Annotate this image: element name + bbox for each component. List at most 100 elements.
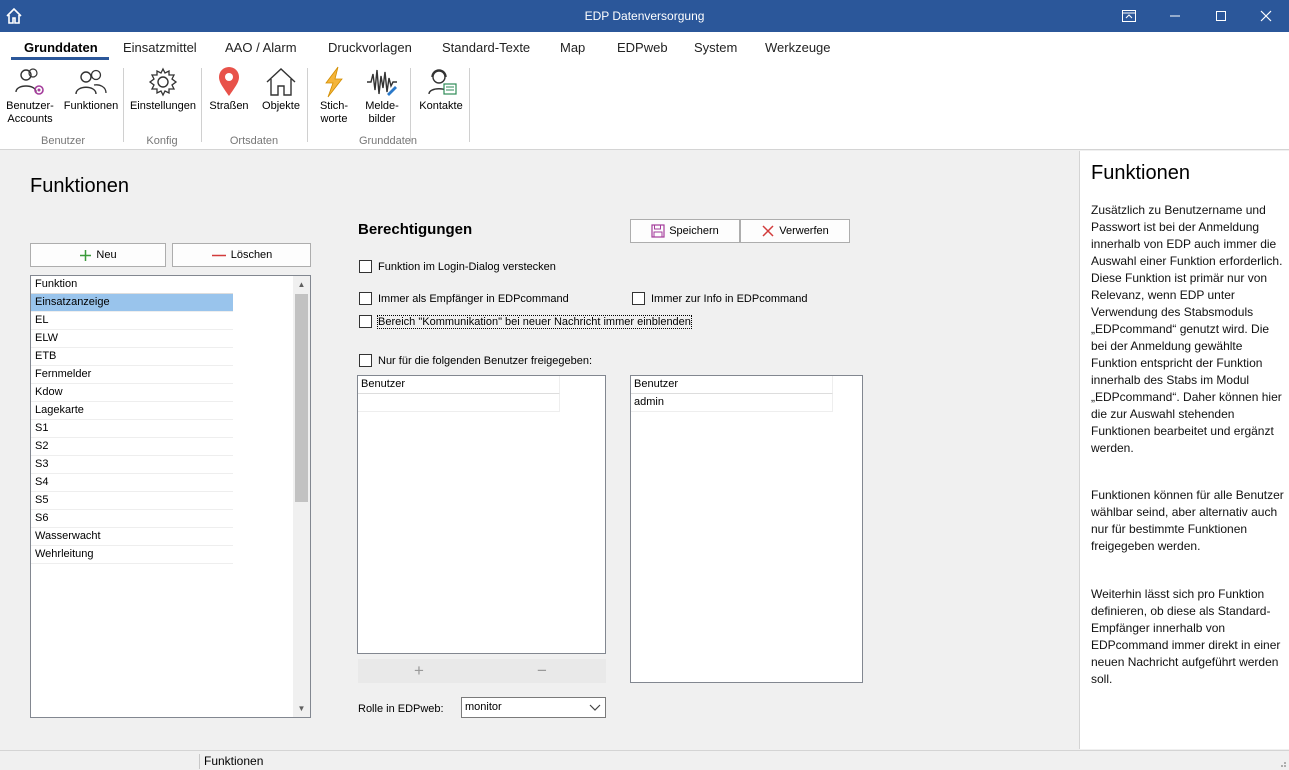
ribbon-meldebilder-label2: bilder [368, 113, 396, 125]
ribbon-einstellungen-button[interactable]: Einstellungen [126, 66, 200, 113]
waveform-icon [367, 69, 397, 96]
scrollbar-thumb[interactable] [295, 294, 308, 502]
hide-in-login-label: Funktion im Login-Dialog verstecken [378, 260, 556, 273]
tab-system[interactable]: System [694, 40, 737, 55]
help-paragraph-2: Funktionen können für alle Benutzer wähl… [1091, 488, 1284, 553]
floppy-disk-icon [651, 224, 665, 238]
list-item[interactable]: Einsatzanzeige [31, 294, 233, 312]
checkbox-box[interactable] [359, 260, 372, 273]
remove-user-button[interactable]: − [537, 661, 547, 681]
ribbon-meldebilder-label1: Melde- [365, 100, 399, 112]
checkbox-box[interactable] [359, 315, 372, 328]
function-list-column: Funktion Einsatzanzeige EL ELW ETB Fernmelde… [31, 276, 233, 564]
list-item[interactable]: S2 [31, 438, 233, 456]
ribbon-objekte-label: Objekte [262, 100, 300, 112]
ribbon-benutzer-accounts-button[interactable]: Benutzer- Accounts [4, 66, 56, 126]
map-pin-icon [219, 67, 239, 96]
function-list-header[interactable]: Funktion [31, 276, 233, 294]
tab-map[interactable]: Map [560, 40, 585, 55]
available-users-header[interactable]: Benutzer [358, 376, 560, 394]
tab-werkzeuge[interactable]: Werkzeuge [765, 40, 831, 55]
maximize-button[interactable] [1198, 0, 1244, 32]
minimize-button[interactable] [1152, 0, 1198, 32]
ribbon-funktionen-button[interactable]: Funktionen [60, 66, 122, 113]
scroll-down-icon[interactable]: ▼ [293, 700, 310, 717]
close-icon [1260, 10, 1272, 22]
ribbon-separator [123, 68, 124, 142]
scroll-up-icon[interactable]: ▲ [293, 276, 310, 293]
list-item[interactable]: Fernmelder [31, 366, 233, 384]
ribbon-kontakte-button[interactable]: Kontakte [414, 66, 468, 113]
gear-icon [148, 67, 178, 97]
users-icon [75, 69, 107, 95]
tab-druckvorlagen[interactable]: Druckvorlagen [328, 40, 412, 55]
ribbon: Benutzer- Accounts Funktionen Einstellun… [0, 60, 1289, 150]
list-item[interactable]: Lagekarte [31, 402, 233, 420]
new-button-label: Neu [96, 249, 117, 261]
role-select[interactable]: monitor [461, 697, 606, 718]
delete-button[interactable]: Löschen [172, 243, 311, 267]
list-item[interactable]: S6 [31, 510, 233, 528]
ribbon-meldebilder-button[interactable]: Melde- bilder [360, 66, 404, 126]
save-button[interactable]: Speichern [630, 219, 740, 243]
list-item[interactable]: Wehrleitung [31, 546, 233, 564]
table-row[interactable]: admin [631, 394, 833, 412]
ribbon-group-grunddaten: Grunddaten [358, 135, 418, 147]
new-button[interactable]: Neu [30, 243, 166, 267]
delete-button-label: Löschen [230, 249, 273, 261]
only-users-checkbox[interactable]: Nur für die folgenden Benutzer freigegeb… [359, 354, 592, 367]
resize-grip-icon[interactable] [1277, 758, 1287, 768]
role-label: Rolle in EDPweb: [358, 703, 444, 715]
table-row[interactable] [358, 394, 560, 412]
window-title: EDP Datenversorgung [584, 9, 705, 23]
ribbon-separator [307, 68, 308, 142]
show-communication-checkbox[interactable]: Bereich "Kommunikation" bei neuer Nachri… [359, 314, 692, 329]
assigned-users-header[interactable]: Benutzer [631, 376, 833, 394]
help-panel: Funktionen Zusätzlich zu Benutzername un… [1079, 151, 1289, 749]
always-info-checkbox[interactable]: Immer zur Info in EDPcommand [632, 292, 808, 305]
house-icon [266, 68, 296, 96]
help-paragraph-3: Weiterhin lässt sich pro Funktion defini… [1091, 587, 1281, 686]
discard-button[interactable]: Verwerfen [740, 219, 850, 243]
list-item[interactable]: S1 [31, 420, 233, 438]
checkbox-box[interactable] [359, 354, 372, 367]
list-item[interactable]: Kdow [31, 384, 233, 402]
status-bar: Funktionen [0, 750, 1289, 770]
ribbon-objekte-button[interactable]: Objekte [258, 66, 304, 113]
ribbon-group-ortsdaten: Ortsdaten [229, 135, 279, 147]
checkbox-box[interactable] [632, 292, 645, 305]
user-add-remove-bar: + − [358, 659, 606, 683]
list-item[interactable]: ETB [31, 348, 233, 366]
list-item[interactable]: ELW [31, 330, 233, 348]
minimize-icon [1170, 15, 1180, 17]
always-recipient-checkbox[interactable]: Immer als Empfänger in EDPcommand [359, 292, 569, 305]
ribbon-separator [469, 68, 470, 142]
checkbox-box[interactable] [359, 292, 372, 305]
tab-edpweb[interactable]: EDPweb [617, 40, 668, 55]
tab-aao-alarm[interactable]: AAO / Alarm [225, 40, 297, 55]
close-button[interactable] [1243, 0, 1289, 32]
menu-bar: Grunddaten Einsatzmittel AAO / Alarm Dru… [0, 32, 1289, 60]
list-item[interactable]: S5 [31, 492, 233, 510]
list-item[interactable]: EL [31, 312, 233, 330]
function-list[interactable]: Funktion Einsatzanzeige EL ELW ETB Fernmelde… [30, 275, 311, 718]
function-list-scrollbar[interactable]: ▲ ▼ [293, 276, 310, 717]
list-item[interactable]: Wasserwacht [31, 528, 233, 546]
permissions-title: Berechtigungen [358, 221, 473, 238]
tab-einsatzmittel[interactable]: Einsatzmittel [123, 40, 197, 55]
available-users-grid[interactable]: Benutzer [357, 375, 606, 654]
ribbon-strassen-label: Straßen [209, 100, 249, 112]
list-item[interactable]: S4 [31, 474, 233, 492]
add-user-button[interactable]: + [414, 661, 424, 681]
assigned-users-grid[interactable]: Benutzer admin [630, 375, 863, 683]
restore-ribbon-button[interactable] [1106, 0, 1152, 32]
status-text: Funktionen [204, 754, 264, 768]
ribbon-stichworte-button[interactable]: Stich- worte [312, 66, 356, 126]
hide-in-login-checkbox[interactable]: Funktion im Login-Dialog verstecken [359, 260, 556, 273]
ribbon-strassen-button[interactable]: Straßen [206, 66, 252, 113]
tab-standard-texte[interactable]: Standard-Texte [442, 40, 530, 55]
list-item[interactable]: S3 [31, 456, 233, 474]
tab-grunddaten[interactable]: Grunddaten [24, 40, 98, 55]
ribbon-stichworte-label2: worte [320, 113, 348, 125]
always-info-label: Immer zur Info in EDPcommand [651, 292, 808, 305]
